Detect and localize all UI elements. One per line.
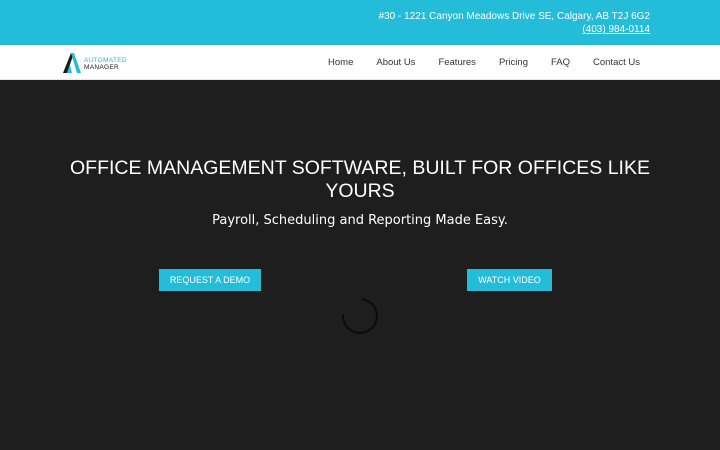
request-demo-button[interactable]: REQUEST A DEMO (159, 269, 261, 291)
hero-title: OFFICE MANAGEMENT SOFTWARE, BUILT FOR OF… (69, 157, 650, 202)
nav-home[interactable]: Home (328, 57, 353, 68)
logo-text-automated: Automated (84, 57, 127, 64)
phone-link[interactable]: (403) 984-0114 (582, 23, 650, 36)
hero-section: OFFICE MANAGEMENT SOFTWARE, BUILT FOR OF… (0, 80, 720, 450)
top-contact-bar: #30 - 1221 Canyon Meadows Drive SE, Calg… (0, 0, 720, 45)
primary-nav: Home About Us Features Pricing FAQ Conta… (305, 45, 640, 80)
logo-text-manager: Manager (84, 64, 119, 71)
spinner-icon (334, 290, 386, 342)
address-text: #30 - 1221 Canyon Meadows Drive SE, Calg… (378, 11, 650, 22)
main-navbar: Automated Manager Home About Us Features… (0, 45, 720, 80)
nav-contact-us[interactable]: Contact Us (593, 57, 640, 68)
site-logo[interactable]: Automated Manager (62, 51, 134, 75)
nav-faq[interactable]: FAQ (551, 57, 570, 68)
nav-pricing[interactable]: Pricing (499, 57, 528, 68)
hero-subtitle: Payroll, Scheduling and Reporting Made E… (212, 213, 508, 228)
nav-features[interactable]: Features (438, 57, 476, 68)
logo-mark-icon (63, 53, 81, 73)
nav-about-us[interactable]: About Us (376, 57, 415, 68)
watch-video-button[interactable]: WATCH VIDEO (467, 269, 552, 291)
